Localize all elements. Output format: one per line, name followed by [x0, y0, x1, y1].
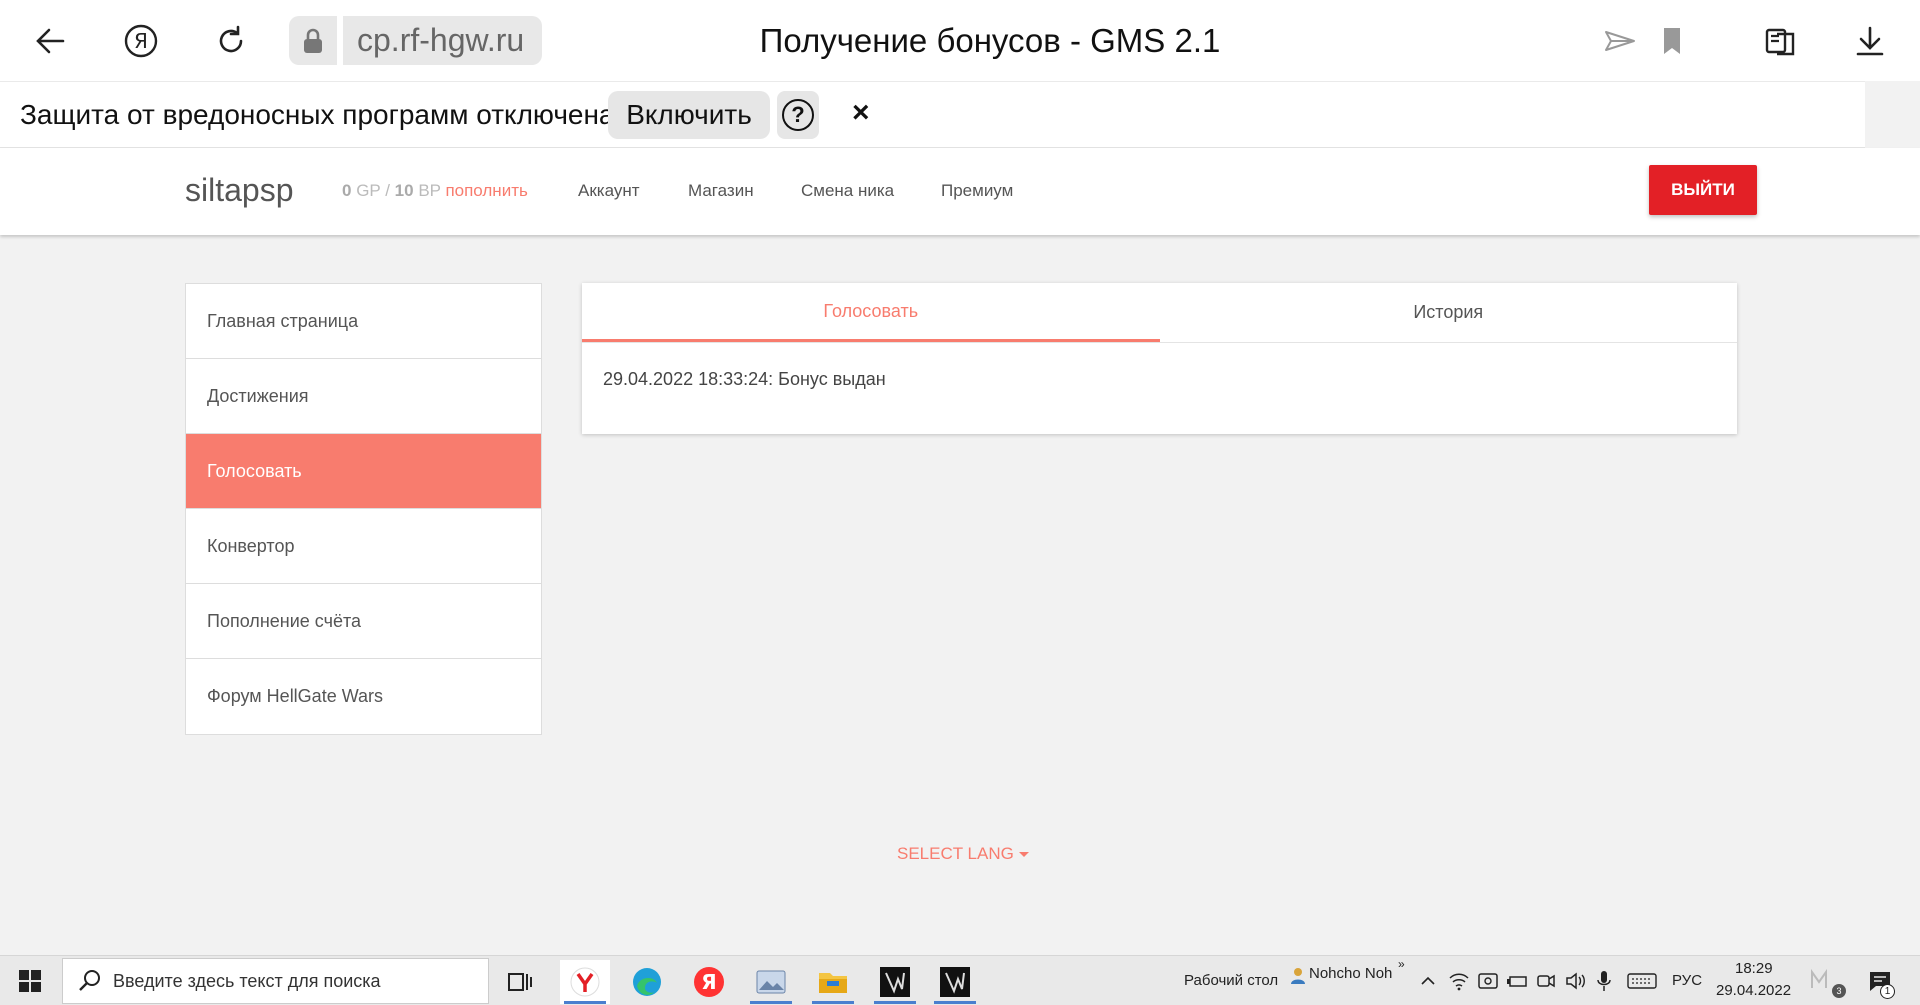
balance-separator: / [385, 181, 390, 200]
balance: 0 GP / 10 BP пополнить [342, 181, 528, 201]
game-client-icon[interactable] [930, 960, 980, 1004]
file-explorer-icon[interactable] [808, 960, 858, 1004]
windows-taskbar: Введите здесь текст для поиска Я Рабочий… [0, 955, 1920, 1005]
tab-vote[interactable]: Голосовать [582, 283, 1160, 342]
enable-protection-button[interactable]: Включить [608, 91, 770, 139]
yandex-browser-icon[interactable] [560, 960, 610, 1004]
help-icon: ? [782, 99, 814, 131]
windows-start-icon[interactable] [10, 966, 50, 996]
meet-now-icon[interactable] [1535, 971, 1557, 996]
username: siltapsp [185, 172, 294, 208]
browser-toolbar: Я cp.rf-hgw.ru Получение бонусов - GMS 2… [0, 0, 1920, 81]
security-warning-bar: Защита от вредоносных программ отключена… [0, 81, 1865, 148]
desktop-toolbar-label[interactable]: Рабочий стол [1184, 972, 1278, 989]
select-lang-label: SELECT LANG [897, 844, 1014, 863]
security-tray-icon[interactable] [1477, 971, 1499, 996]
clock-time[interactable]: 18:29 [1735, 960, 1773, 977]
tab-history[interactable]: История [1160, 283, 1738, 342]
nav-link-shop[interactable]: Магазин [688, 181, 754, 201]
url-text[interactable]: cp.rf-hgw.ru [343, 16, 543, 65]
svg-text:Я: Я [134, 29, 148, 53]
bookmark-icon[interactable] [1648, 17, 1696, 65]
close-icon[interactable]: × [852, 96, 870, 130]
reload-icon[interactable] [207, 17, 255, 65]
volume-icon[interactable] [1564, 971, 1586, 996]
keyboard-icon[interactable] [1627, 971, 1657, 996]
clock-date[interactable]: 29.04.2022 [1716, 982, 1791, 999]
bp-value: 10 [394, 181, 414, 200]
user-toolbar-label[interactable]: Nohcho Noh [1309, 965, 1392, 982]
show-hidden-icons-icon[interactable] [1418, 971, 1438, 996]
nav-link-account[interactable]: Аккаунт [578, 181, 640, 201]
page-title: Получение бонусов - GMS 2.1 [759, 22, 1221, 59]
address-bar[interactable]: cp.rf-hgw.ru [289, 16, 543, 65]
edge-browser-icon[interactable] [622, 960, 672, 1004]
microphone-icon[interactable] [1596, 970, 1612, 997]
action-center-badge: 1 [1880, 984, 1895, 999]
site-navbar: siltapsp 0 GP / 10 BP пополнить Аккаунт … [0, 148, 1920, 235]
task-view-icon[interactable] [495, 960, 545, 1004]
bp-unit: BP [418, 181, 441, 200]
search-icon [79, 970, 100, 991]
bonus-message: 29.04.2022 18:33:24: Бонус выдан [603, 369, 886, 389]
collections-icon[interactable] [1756, 17, 1804, 65]
battery-icon[interactable] [1506, 971, 1528, 996]
sidebar-item-topup[interactable]: Пополнение счёта [186, 584, 541, 659]
sidebar-menu: Главная страница Достижения Голосовать К… [185, 283, 542, 735]
game-launcher-icon[interactable] [870, 960, 920, 1004]
nav-link-change-nick[interactable]: Смена ника [801, 181, 894, 201]
search-placeholder: Введите здесь текст для поиска [113, 970, 381, 991]
download-icon[interactable] [1846, 17, 1894, 65]
svg-text:Я: Я [701, 970, 716, 994]
caret-down-icon [1018, 852, 1029, 858]
wifi-icon[interactable] [1448, 971, 1470, 996]
select-lang-dropdown[interactable]: SELECT LANG [897, 844, 1029, 864]
vote-card: Голосовать История 29.04.2022 18:33:24: … [582, 283, 1737, 434]
tab-bar: Голосовать История [582, 283, 1737, 343]
back-icon[interactable] [26, 17, 74, 65]
logout-button[interactable]: ВЫЙТИ [1649, 165, 1757, 215]
input-language[interactable]: РУС [1672, 972, 1702, 989]
photos-app-icon[interactable] [746, 960, 796, 1004]
lock-icon[interactable] [289, 16, 337, 65]
topup-link[interactable]: пополнить [445, 181, 527, 200]
gp-value: 0 [342, 181, 352, 200]
taskbar-search[interactable]: Введите здесь текст для поиска [62, 958, 489, 1004]
warning-text: Защита от вредоносных программ отключена [20, 99, 615, 130]
sidebar-item-home[interactable]: Главная страница [186, 284, 541, 359]
nav-link-premium[interactable]: Премиум [941, 181, 1013, 201]
yandex-icon[interactable]: Я [684, 960, 734, 1004]
sidebar-item-converter[interactable]: Конвертор [186, 509, 541, 584]
sidebar-item-achievements[interactable]: Достижения [186, 359, 541, 434]
yandex-logo-icon[interactable]: Я [117, 17, 165, 65]
user-avatar-icon [1290, 966, 1306, 989]
send-icon[interactable] [1596, 17, 1644, 65]
sidebar-item-vote[interactable]: Голосовать [186, 434, 541, 509]
help-button[interactable]: ? [777, 91, 819, 139]
notification-count-badge: 3 [1832, 984, 1846, 998]
gp-unit: GP [356, 181, 381, 200]
toolbar-overflow-icon[interactable]: » [1398, 957, 1405, 971]
sidebar-item-forum[interactable]: Форум HellGate Wars [186, 659, 541, 734]
